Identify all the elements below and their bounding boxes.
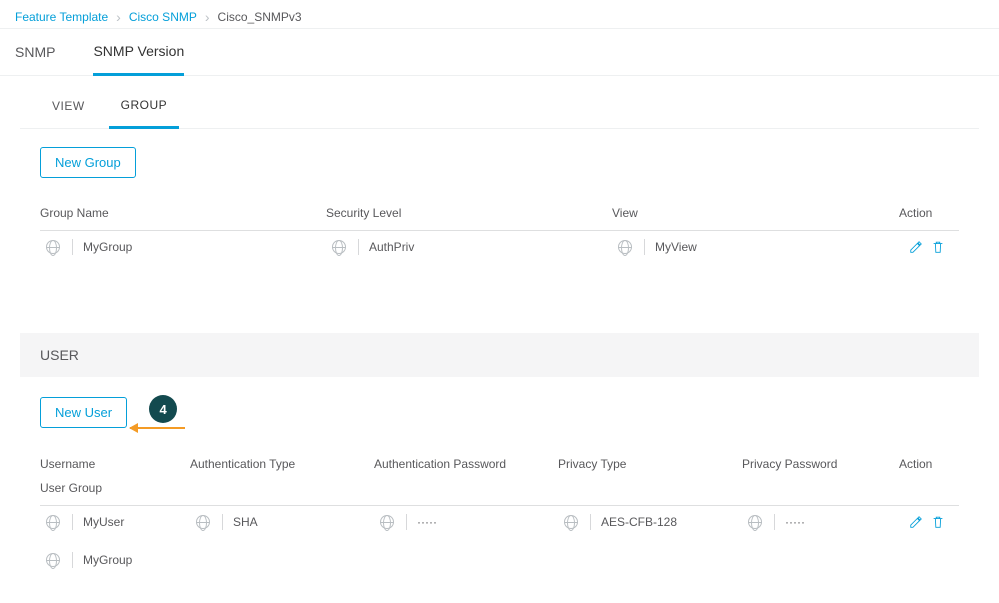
col-auth-type: Authentication Type [190,457,374,471]
col-security-level: Security Level [326,206,612,220]
user-group-value: MyGroup [83,553,132,567]
globe-icon [46,240,60,254]
breadcrumb-current: Cisco_SNMPv3 [218,10,302,24]
arrow-left-icon [130,427,185,429]
breadcrumb-root[interactable]: Feature Template [15,10,108,24]
step-badge: 4 [149,395,177,423]
group-name-value: MyGroup [83,240,132,254]
user-table: Username Authentication Type Authenticat… [40,447,959,576]
view-value: MyView [655,240,697,254]
col-username: Username [40,457,190,471]
privacy-type-value: AES-CFB-128 [601,515,677,529]
col-view: View [612,206,899,220]
user-section-header: USER [20,333,979,377]
chevron-right-icon: › [116,10,121,24]
col-privacy-password: Privacy Password [742,457,899,471]
col-auth-password: Authentication Password [374,457,558,471]
col-group-name: Group Name [40,206,326,220]
main-tabs: SNMP SNMP Version [0,29,999,76]
security-level-value: AuthPriv [369,240,414,254]
user-row-group: MyGroup [40,538,959,576]
username-value: MyUser [83,515,124,529]
globe-icon [46,515,60,529]
globe-icon [564,515,578,529]
trash-icon[interactable] [931,240,945,254]
globe-icon [748,515,762,529]
new-group-button[interactable]: New Group [40,147,136,178]
globe-icon [332,240,346,254]
col-privacy-type: Privacy Type [558,457,742,471]
subtab-view[interactable]: VIEW [40,85,97,127]
privacy-password-value: ····· [785,515,805,529]
tab-snmp[interactable]: SNMP [15,30,55,74]
tab-snmp-version[interactable]: SNMP Version [93,29,184,76]
auth-password-value: ····· [417,515,437,529]
sub-tabs: VIEW GROUP [20,84,979,129]
globe-icon [618,240,632,254]
pencil-icon[interactable] [909,515,923,529]
subtab-group[interactable]: GROUP [109,84,180,129]
group-row: MyGroup AuthPriv MyView [40,231,959,263]
col-action: Action [899,206,959,220]
user-row: MyUser SHA ····· AES-CFB-128 ····· [40,506,959,538]
breadcrumbs: Feature Template › Cisco SNMP › Cisco_SN… [0,0,999,29]
group-table: Group Name Security Level View Action My… [40,196,959,263]
new-user-button[interactable]: New User [40,397,127,428]
callout-annotation: 4 [127,395,185,429]
chevron-right-icon: › [205,10,210,24]
globe-icon [46,553,60,567]
auth-type-value: SHA [233,515,258,529]
globe-icon [380,515,394,529]
breadcrumb-mid[interactable]: Cisco SNMP [129,10,197,24]
pencil-icon[interactable] [909,240,923,254]
col-action: Action [899,457,959,471]
col-user-group: User Group [40,481,190,495]
globe-icon [196,515,210,529]
trash-icon[interactable] [931,515,945,529]
